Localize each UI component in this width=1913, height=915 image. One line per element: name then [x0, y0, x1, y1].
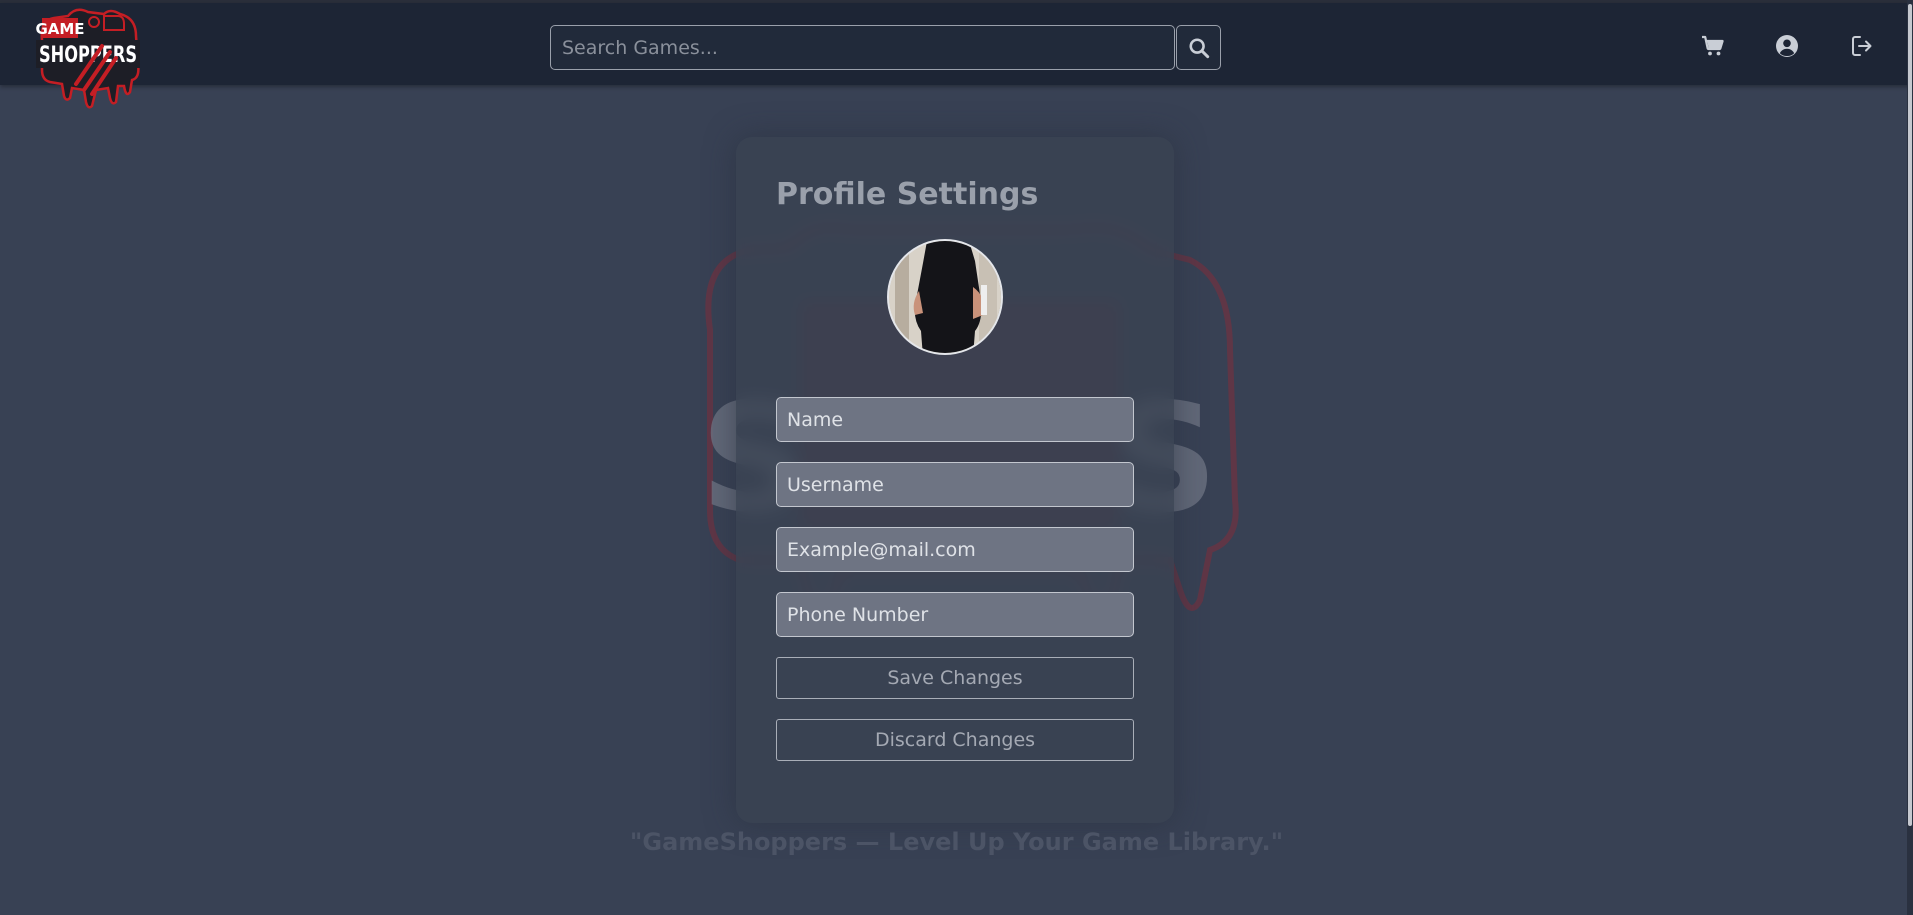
search-button[interactable]: [1176, 25, 1221, 70]
profile-settings-card: Profile Settings Save Changes Discard Ch…: [736, 137, 1174, 823]
navbar: [0, 3, 1913, 85]
profile-button[interactable]: [1774, 33, 1800, 59]
gameshoppers-logo-icon: GAME SHOPPERS: [35, 8, 140, 109]
svg-text:GAME: GAME: [35, 20, 84, 38]
phone-field[interactable]: [776, 592, 1134, 637]
page-scrollbar[interactable]: [1907, 0, 1913, 915]
username-field[interactable]: [776, 462, 1134, 507]
save-changes-button[interactable]: Save Changes: [776, 657, 1134, 699]
profile-photo-icon: [889, 241, 1001, 353]
search-bar: [550, 25, 1221, 70]
name-field[interactable]: [776, 397, 1134, 442]
avatar[interactable]: [887, 239, 1003, 355]
cart-icon: [1702, 35, 1724, 56]
discard-changes-button[interactable]: Discard Changes: [776, 719, 1134, 761]
logout-button[interactable]: [1849, 33, 1875, 59]
footer-tagline: "GameShoppers — Level Up Your Game Libra…: [629, 828, 1284, 856]
user-circle-icon: [1776, 35, 1798, 57]
page-title: Profile Settings: [776, 177, 1039, 212]
email-field[interactable]: [776, 527, 1134, 572]
brand-logo[interactable]: GAME SHOPPERS: [32, 6, 144, 110]
search-input[interactable]: [550, 25, 1175, 70]
scrollbar-thumb[interactable]: [1908, 4, 1912, 826]
cart-button[interactable]: [1700, 33, 1726, 59]
logout-icon: [1852, 36, 1872, 56]
search-icon: [1188, 37, 1209, 58]
